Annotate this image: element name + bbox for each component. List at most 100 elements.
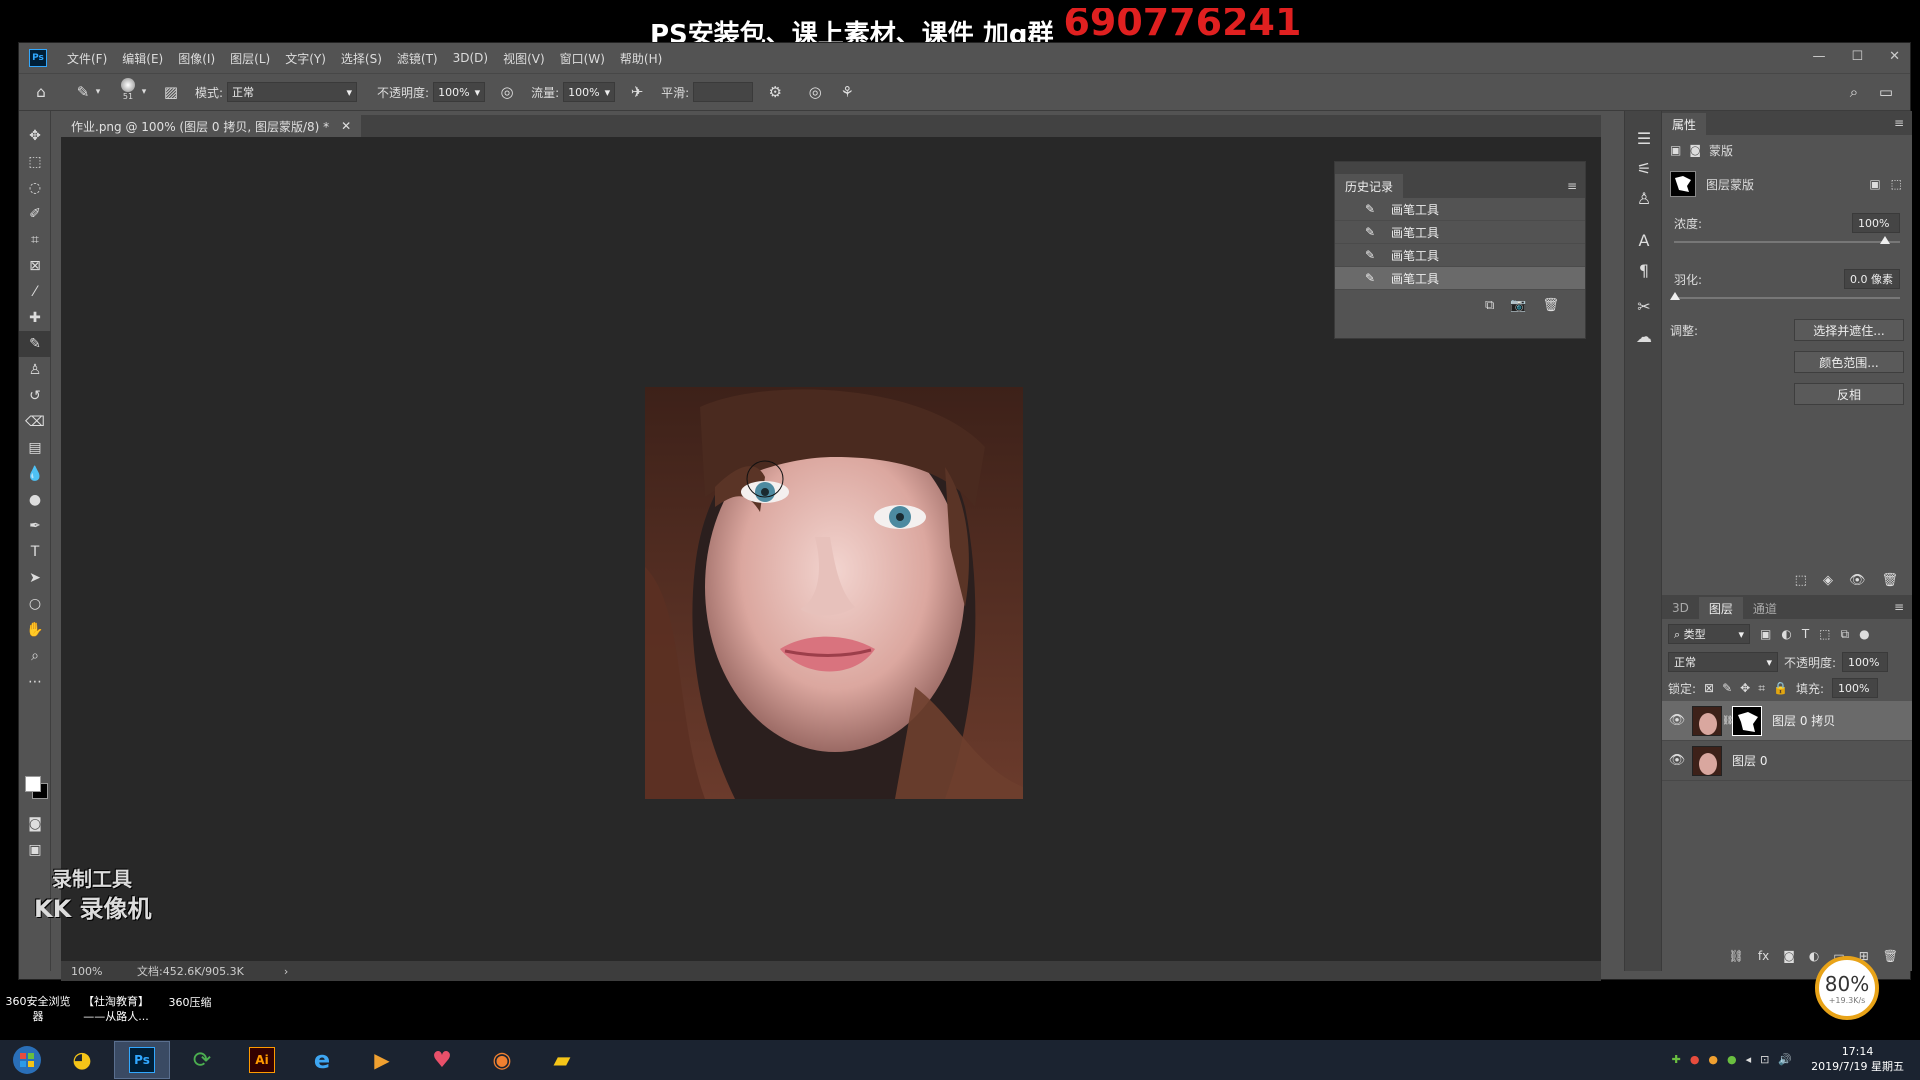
taskbar-app-update[interactable]: ⟳ — [174, 1041, 230, 1079]
brush-preset-icon[interactable]: ✎ — [73, 82, 93, 102]
tray-plus-icon[interactable]: ✚ — [1672, 1053, 1681, 1066]
ellipse-tool-icon[interactable]: ○ — [19, 591, 51, 617]
filter-type-icon[interactable]: T — [1802, 627, 1809, 641]
filter-toggle-icon[interactable]: ● — [1859, 627, 1869, 641]
airbrush-icon[interactable]: ✈ — [627, 82, 647, 102]
desktop-icon[interactable]: 360压缩 — [160, 994, 220, 1010]
clone-source-icon[interactable]: ♙ — [1625, 183, 1663, 213]
history-panel-icon[interactable]: ☰ — [1625, 123, 1663, 153]
history-tab[interactable]: 历史记录 — [1335, 174, 1404, 198]
snapshot-camera-icon[interactable]: 📷 — [1510, 298, 1526, 313]
trash-icon[interactable]: 🗑 — [1881, 573, 1898, 588]
mask-thumbnail[interactable] — [1670, 171, 1696, 197]
chevron-down-icon[interactable]: ▾ — [139, 82, 149, 102]
lock-artboard-icon[interactable]: ⌗ — [1758, 681, 1765, 696]
layer-row[interactable]: 👁 ⛓ 图层 0 拷贝 — [1662, 701, 1912, 741]
history-item-selected[interactable]: ✎ 画笔工具 — [1335, 267, 1585, 290]
chevron-down-icon[interactable]: ▾ — [93, 82, 103, 102]
tab-layers[interactable]: 图层 — [1698, 597, 1743, 619]
panel-menu-icon[interactable]: ≡ — [1894, 600, 1904, 614]
start-button[interactable] — [0, 1040, 54, 1080]
select-and-mask-button[interactable]: 选择并遮住... — [1794, 319, 1904, 341]
hand-tool-icon[interactable]: ✋ — [19, 617, 51, 643]
load-selection-icon[interactable]: ⬚ — [1795, 573, 1807, 588]
crop-tool-icon[interactable]: ⌗ — [19, 227, 51, 253]
layer-filter-select[interactable]: ⌕ 类型 ▾ — [1668, 624, 1750, 644]
eyedropper-tool-icon[interactable]: ⁄ — [19, 279, 51, 305]
link-layers-icon[interactable]: ⛓ — [1729, 949, 1744, 963]
home-icon[interactable]: ⌂ — [31, 82, 51, 102]
menu-image[interactable]: 图像(I) — [178, 50, 215, 67]
maximize-icon[interactable]: ☐ — [1851, 49, 1863, 64]
taskbar-app-explorer[interactable]: ▰ — [534, 1041, 590, 1079]
fx-icon[interactable]: fx — [1758, 949, 1769, 963]
smoothing-field[interactable] — [693, 82, 754, 102]
brush-tool-icon[interactable]: ✎ — [19, 331, 51, 357]
history-item[interactable]: ✎ 画笔工具 — [1335, 221, 1585, 244]
menu-type[interactable]: 文字(Y) — [285, 50, 326, 67]
network-speed-widget[interactable]: 80% +19.3K/s — [1815, 956, 1879, 1020]
move-tool-icon[interactable]: ✥ — [19, 123, 51, 149]
panel-menu-icon[interactable]: ≡ — [1894, 116, 1904, 130]
gradient-tool-icon[interactable]: ▤ — [19, 435, 51, 461]
trash-icon[interactable]: 🗑 — [1542, 298, 1559, 313]
workspace-icon[interactable]: ▭ — [1876, 82, 1896, 102]
network-icon[interactable]: ⊡ — [1760, 1053, 1769, 1066]
quick-mask-icon[interactable]: ◙ — [19, 811, 51, 837]
close-icon[interactable]: ✕ — [1889, 49, 1900, 64]
zoom-tool-icon[interactable]: ⌕ — [19, 643, 51, 669]
taskbar-app-illustrator[interactable]: Ai — [234, 1041, 290, 1079]
color-range-button[interactable]: 颜色范围... — [1794, 351, 1904, 373]
screen-mode-icon[interactable]: ▣ — [19, 837, 51, 863]
apply-mask-icon[interactable]: ◈ — [1823, 573, 1833, 588]
dodge-tool-icon[interactable]: ● — [19, 487, 51, 513]
mode-select[interactable]: 正常 ▾ — [227, 82, 358, 102]
menu-help[interactable]: 帮助(H) — [620, 50, 662, 67]
desktop-icon[interactable]: 360安全浏览器 — [2, 994, 74, 1024]
eye-icon[interactable]: 👁 — [1662, 753, 1692, 768]
menu-edit[interactable]: 编辑(E) — [122, 50, 163, 67]
menu-filter[interactable]: 滤镜(T) — [397, 50, 438, 67]
clock[interactable]: 17:14 2019/7/19 星期五 — [1811, 1044, 1904, 1074]
pressure-opacity-icon[interactable]: ◎ — [497, 82, 517, 102]
brush-panel-toggle-icon[interactable]: ▨ — [161, 82, 181, 102]
libraries-icon[interactable]: ☁ — [1625, 321, 1663, 351]
more-tools-icon[interactable]: ⋯ — [19, 669, 51, 695]
tray-app-icon[interactable]: ● — [1708, 1053, 1718, 1066]
foreground-color-swatch[interactable] — [25, 776, 41, 792]
marquee-tool-icon[interactable]: ⬚ — [19, 149, 51, 175]
close-tab-icon[interactable]: ✕ — [341, 119, 351, 133]
opacity-field[interactable]: 100% ▾ — [433, 82, 486, 102]
zoom-level[interactable]: 100% — [71, 965, 121, 978]
desktop-icon[interactable]: 【社淘教育】——从路人... — [78, 994, 154, 1024]
menu-window[interactable]: 窗口(W) — [560, 50, 605, 67]
tools-preset-icon[interactable]: ✂ — [1625, 291, 1663, 321]
feather-slider-thumb[interactable] — [1670, 292, 1680, 300]
filter-pixel-icon[interactable]: ▣ — [1760, 627, 1771, 641]
pixel-mask-icon[interactable]: ▣ — [1670, 143, 1681, 157]
lock-image-icon[interactable]: ✎ — [1722, 681, 1732, 695]
eraser-tool-icon[interactable]: ⌫ — [19, 409, 51, 435]
feather-slider[interactable] — [1670, 292, 1900, 300]
history-brush-tool-icon[interactable]: ↺ — [19, 383, 51, 409]
layer-opacity-field[interactable]: 100% — [1842, 652, 1889, 672]
panel-menu-icon[interactable]: ≡ — [1567, 179, 1577, 193]
portrait-image[interactable] — [645, 387, 1023, 799]
add-pixel-mask-icon[interactable]: ▣ — [1869, 177, 1880, 191]
type-tool-icon[interactable]: T — [19, 539, 51, 565]
adjustment-layer-icon[interactable]: ◐ — [1809, 949, 1819, 963]
new-document-from-state-icon[interactable]: ⧉ — [1485, 298, 1494, 313]
density-slider[interactable] — [1674, 236, 1900, 244]
gear-icon[interactable]: ⚙ — [765, 82, 785, 102]
brush-size-picker[interactable]: 51 — [117, 78, 139, 106]
link-icon[interactable]: ⛓ — [1722, 716, 1733, 726]
symmetry-icon[interactable]: ⚘ — [837, 82, 857, 102]
chevron-right-icon[interactable]: › — [284, 965, 288, 978]
path-select-tool-icon[interactable]: ➤ — [19, 565, 51, 591]
history-item[interactable]: ✎ 画笔工具 — [1335, 198, 1585, 221]
history-panel-grip[interactable] — [1335, 162, 1585, 174]
tray-app-icon[interactable]: ● — [1727, 1053, 1737, 1066]
lock-transparent-icon[interactable]: ⊠ — [1704, 681, 1714, 695]
tab-3d[interactable]: 3D — [1662, 597, 1699, 619]
feather-field[interactable]: 0.0 像素 — [1844, 269, 1900, 289]
